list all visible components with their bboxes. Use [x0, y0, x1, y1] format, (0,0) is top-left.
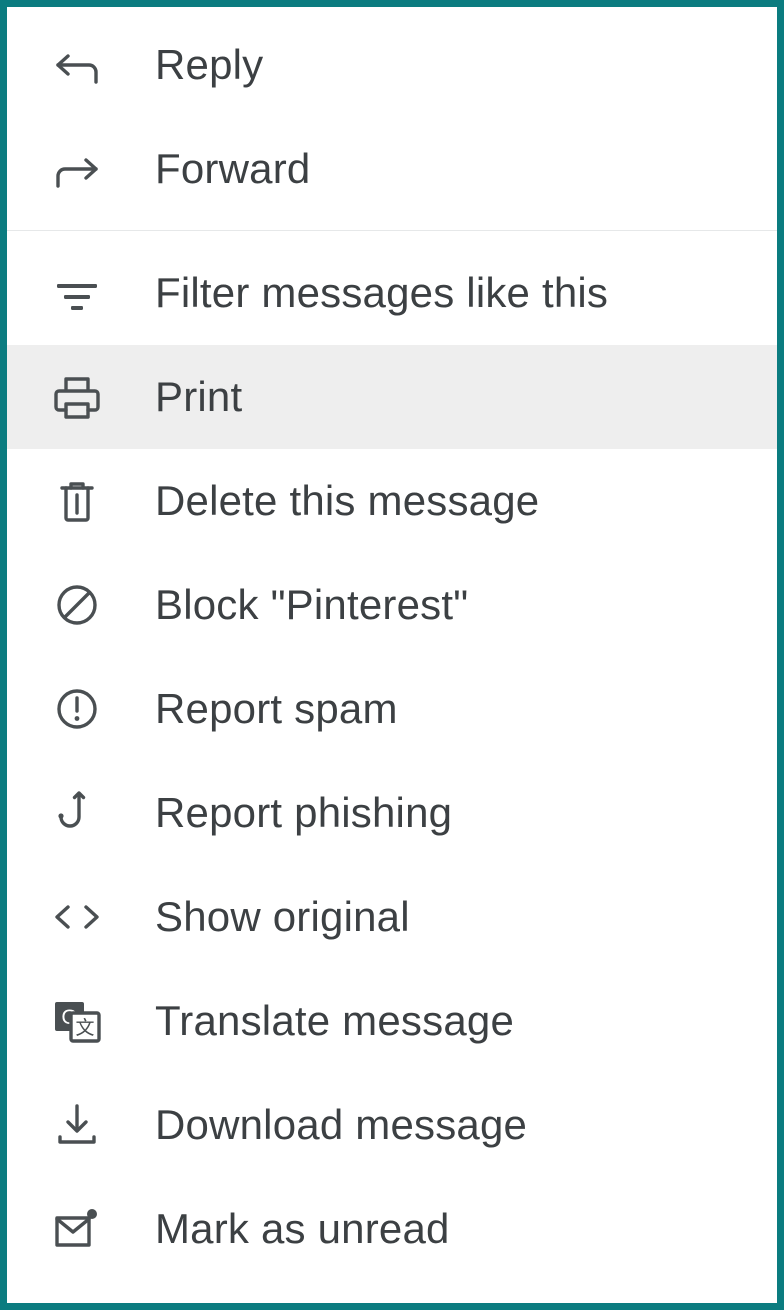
menu-item-download-message[interactable]: Download message: [7, 1073, 777, 1177]
menu-item-delete-this-message[interactable]: Delete this message: [7, 449, 777, 553]
envelope-unread-icon: [49, 1198, 111, 1260]
menu-item-label: Show original: [155, 893, 410, 940]
menu-group-actions: Filter messages like this Print Delete t…: [7, 241, 777, 1281]
menu-item-label: Forward: [155, 145, 311, 192]
menu-item-label: Block "Pinterest": [155, 581, 469, 628]
trash-icon: [49, 470, 111, 532]
filter-icon: [49, 262, 111, 324]
menu-item-translate-message[interactable]: G 文 Translate message: [7, 969, 777, 1073]
menu-item-filter-messages-like-this[interactable]: Filter messages like this: [7, 241, 777, 345]
code-brackets-icon: [49, 886, 111, 948]
menu-item-label: Report phishing: [155, 789, 453, 836]
menu-item-report-spam[interactable]: Report spam: [7, 657, 777, 761]
menu-item-reply[interactable]: Reply: [7, 13, 777, 117]
menu-item-label: Print: [155, 373, 243, 420]
menu-item-label: Reply: [155, 41, 264, 88]
menu-item-label: Download message: [155, 1101, 528, 1148]
menu-item-label: Report spam: [155, 685, 398, 732]
menu-item-label: Delete this message: [155, 477, 540, 524]
menu-item-show-original[interactable]: Show original: [7, 865, 777, 969]
message-more-options-menu: Reply Forward Filter messages like this …: [7, 7, 777, 1303]
reply-arrow-icon: [49, 34, 111, 96]
menu-item-forward[interactable]: Forward: [7, 117, 777, 221]
forward-arrow-icon: [49, 138, 111, 200]
fishhook-icon: [49, 782, 111, 844]
menu-item-block-sender[interactable]: Block "Pinterest": [7, 553, 777, 657]
menu-item-label: Translate message: [155, 997, 515, 1044]
context-menu-screen: Reply Forward Filter messages like this …: [0, 0, 784, 1310]
translate-icon: G 文: [49, 990, 111, 1052]
menu-group-reply: Reply Forward: [7, 13, 777, 221]
exclamation-circle-icon: [49, 678, 111, 740]
block-circle-slash-icon: [49, 574, 111, 636]
menu-item-mark-as-unread[interactable]: Mark as unread: [7, 1177, 777, 1281]
menu-item-report-phishing[interactable]: Report phishing: [7, 761, 777, 865]
menu-divider: [7, 230, 777, 231]
menu-item-print[interactable]: Print: [7, 345, 777, 449]
download-icon: [49, 1094, 111, 1156]
menu-item-label: Filter messages like this: [155, 269, 609, 316]
printer-icon: [49, 366, 111, 428]
svg-text:文: 文: [75, 1017, 94, 1039]
menu-item-label: Mark as unread: [155, 1205, 450, 1252]
